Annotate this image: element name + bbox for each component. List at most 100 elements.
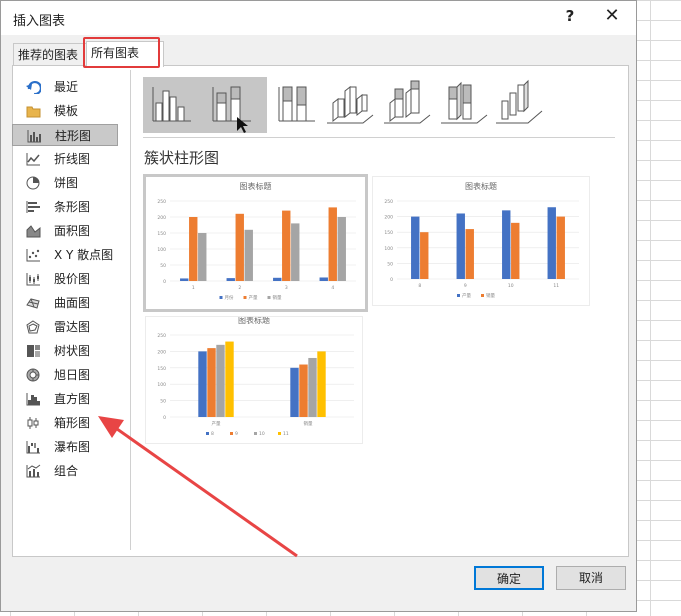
legend-label: 8 [211,431,214,437]
x-tick-label: 3 [285,285,288,291]
y-tick-label: 200 [157,215,166,221]
legend-label: 9 [235,431,238,437]
y-tick-label: 200 [157,349,166,355]
sidebar-divider [130,70,131,550]
y-tick-label: 0 [163,279,166,285]
sidebar-item-stock-chart[interactable]: 股价图 [12,268,118,290]
chart-preview-2[interactable]: 图表标题 0 50 100 150 200 250 8 9 10 11 产量 销量 [372,176,590,306]
sidebar-item-waterfall-chart[interactable]: 瀑布图 [12,436,118,458]
mouse-cursor-icon [237,117,248,133]
legend-label: 销量 [486,292,495,299]
bar [291,223,300,281]
bar-chart-icon [26,201,40,213]
sidebar-item-radar-chart[interactable]: 雷达图 [12,316,118,338]
legend-label: 产量 [462,292,471,299]
cancel-button[interactable]: 取消 [556,566,626,590]
3d-100-stacked-column-subtype[interactable] [433,77,493,133]
sidebar-item-histogram-chart[interactable]: 直方图 [12,388,118,410]
3d-stacked-column-subtype[interactable] [376,77,436,133]
sidebar-item-scatter-chart[interactable]: X Y 散点图 [12,244,118,266]
sidebar-item-label: 面积图 [54,224,91,238]
sidebar-item-recent[interactable]: 最近 [12,76,118,98]
chart-preview-2-svg: 图表标题 0 50 100 150 200 250 8 9 10 11 产量 销量 [384,181,579,299]
bar [465,229,474,279]
stock-chart-icon [26,273,40,286]
scatter-chart-icon [26,249,40,262]
legend-swatch [219,296,223,299]
sidebar-item-label: 旭日图 [54,368,91,382]
sidebar-item-label: 箱形图 [54,416,91,430]
bar [456,213,465,279]
legend-label: 月份 [225,294,234,301]
bar [189,217,198,281]
folder-icon [26,106,41,118]
sidebar-item-area-chart[interactable]: 面积图 [12,220,118,242]
clustered-column-subtype[interactable] [143,77,203,133]
sidebar-item-treemap-chart[interactable]: 树状图 [12,340,118,362]
sidebar-item-combo-chart[interactable]: 组合 [12,460,118,482]
surface-chart-icon [26,298,40,309]
chart-preview-3-svg: 图表标题 0 50 100 150 200 250 产量 销量 8 9 10 11 [157,315,354,437]
chart-subtype-title: 簇状柱形图 [144,149,220,167]
y-tick-label: 150 [157,231,166,237]
subtype-divider [143,137,615,138]
histogram-chart-icon [26,393,40,406]
x-tick-label: 产量 [212,420,221,427]
y-tick-label: 50 [387,261,393,267]
bar [547,207,556,279]
sidebar-item-label: 饼图 [54,176,79,190]
combo-chart-icon [26,464,41,478]
y-tick-label: 100 [157,247,166,253]
x-tick-label: 4 [331,285,334,291]
sidebar-item-pie-chart[interactable]: 饼图 [12,172,118,194]
sidebar-item-line-chart[interactable]: 折线图 [12,148,118,170]
sidebar-item-boxplot-chart[interactable]: 箱形图 [12,412,118,434]
y-tick-label: 200 [384,215,393,221]
bar [198,233,207,281]
sidebar-item-label: 股价图 [54,272,91,286]
chart-preview-1[interactable]: 图表标题 0 50 100 150 200 250 1 2 3 4 月份 产量 销量 [143,174,368,312]
legend-label: 10 [259,431,265,437]
ok-button[interactable]: 确定 [474,566,544,590]
legend-swatch [481,294,484,297]
bar [502,210,511,279]
3d-column-subtype[interactable] [488,77,548,133]
radar-chart-icon [26,320,40,334]
sidebar-item-surface-chart[interactable]: 曲面图 [12,292,118,314]
treemap-chart-icon [27,345,40,357]
tab-recommended-charts[interactable]: 推荐的图表 [13,43,91,66]
sidebar-item-label: 组合 [54,464,79,478]
y-tick-label: 50 [160,399,166,405]
100-stacked-column-subtype[interactable] [267,77,327,133]
x-tick-label: 1 [192,285,195,291]
y-tick-label: 250 [384,199,393,205]
bar [207,348,216,417]
sidebar-item-column-chart[interactable]: 柱形图 [12,124,118,146]
bar [556,216,565,279]
close-button[interactable]: ✕ [601,5,623,27]
area-chart-icon [26,225,41,238]
3d-column-icon [496,79,543,124]
bar [290,367,299,417]
column-chart-icon [27,130,41,143]
sidebar-item-bar-chart[interactable]: 条形图 [12,196,118,218]
sidebar-item-label: 曲面图 [54,296,91,310]
100-stacked-column-icon [278,86,315,122]
sidebar-item-label: 条形图 [54,200,91,214]
legend-swatch [230,432,233,435]
3d-100-stacked-column-icon [441,81,488,124]
sidebar-item-sunburst-chart[interactable]: 旭日图 [12,364,118,386]
y-tick-label: 0 [163,415,166,421]
bar [411,216,420,279]
legend-label: 销量 [273,294,282,301]
chart-preview-3[interactable]: 图表标题 0 50 100 150 200 250 产量 销量 8 9 10 11 [145,315,363,444]
3d-clustered-column-subtype[interactable] [319,77,379,133]
y-tick-label: 0 [390,277,393,283]
bar [328,207,337,281]
bar [282,210,291,281]
help-button[interactable]: ? [561,7,579,27]
sidebar-item-folder[interactable]: 模板 [12,100,118,122]
boxplot-chart-icon [27,417,39,429]
sidebar-item-label: 折线图 [54,152,91,166]
stacked-column-subtype[interactable] [203,77,267,133]
